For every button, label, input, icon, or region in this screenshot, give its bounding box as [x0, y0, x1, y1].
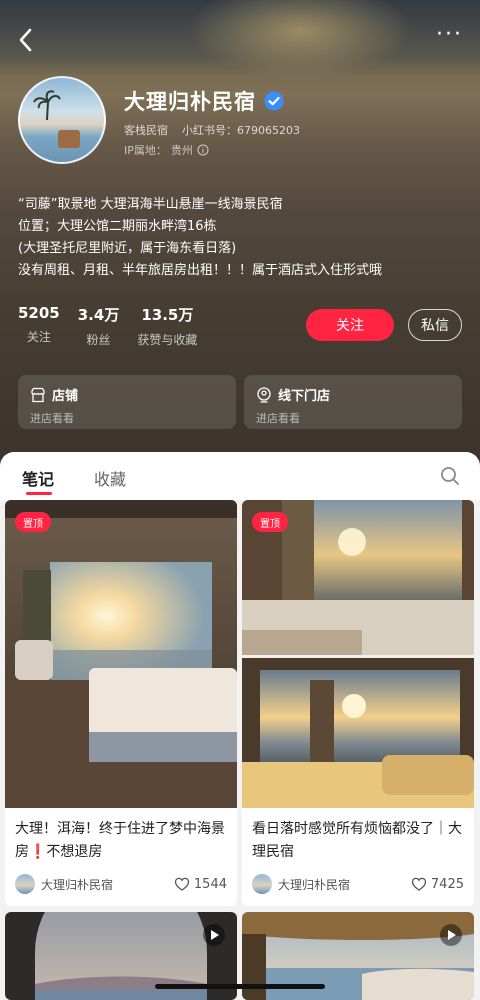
author-name[interactable]: 大理归朴民宿: [278, 876, 411, 893]
chevron-left-icon: [19, 28, 32, 52]
shop-avatar[interactable]: [18, 76, 106, 164]
stat-following[interactable]: 5205 关注: [18, 304, 60, 348]
video-play-icon: [203, 924, 225, 946]
offline-store-title: 线下门店: [278, 389, 331, 404]
profile-stats: 5205 关注 3.4万 粉丝 13.5万 获赞与收藏: [18, 304, 197, 348]
redbook-id[interactable]: 小红书号：679065203: [182, 122, 300, 138]
pinned-badge: 置顶: [252, 512, 288, 532]
active-tab-indicator: [26, 492, 52, 495]
stat-value: 13.5万: [141, 306, 194, 324]
tab-collections[interactable]: 收藏: [94, 466, 126, 490]
shop-name: 大理归朴民宿: [124, 90, 256, 114]
note-card[interactable]: 置顶 大理！洱海！终于住进了梦中海景房❗️不想退房 大理归朴民宿 1544: [5, 500, 237, 906]
profile-meta: 客栈民宿 小红书号：679065203: [124, 122, 300, 138]
redbook-id-value: 679065203: [237, 124, 300, 137]
avatar-chair: [58, 130, 80, 148]
notes-grid: 置顶 大理！洱海！终于住进了梦中海景房❗️不想退房 大理归朴民宿 1544 置顶…: [0, 500, 480, 1000]
bio-line: “司藤”取景地 大理洱海半山悬崖一线海景民宿: [18, 197, 283, 212]
stat-label: 粉丝: [86, 333, 111, 347]
like-count: 7425: [430, 876, 464, 892]
pinned-badge: 置顶: [15, 512, 51, 532]
ip-location: IP属地： 贵州: [124, 142, 209, 158]
ip-label: IP属地：: [124, 144, 167, 157]
more-options-button[interactable]: ···: [436, 24, 462, 48]
note-title: 看日落时感觉所有烦恼都没了｜大理民宿: [252, 821, 462, 860]
shop-entry-card[interactable]: 店铺 进店看看: [18, 375, 236, 429]
shop-entry-title: 店铺: [52, 389, 79, 404]
bio-line: 位置；大理公馆二期丽水畔湾16栋: [18, 219, 217, 234]
stat-value: 3.4万: [77, 306, 120, 324]
info-icon[interactable]: [197, 144, 209, 156]
more-dots-icon: ···: [436, 22, 463, 47]
note-title: 大理！洱海！终于住进了梦中海景房❗️不想退房: [15, 821, 225, 860]
stat-likes-collects[interactable]: 13.5万 获赞与收藏: [137, 304, 197, 348]
author-name[interactable]: 大理归朴民宿: [41, 876, 174, 893]
note-card[interactable]: 置顶 看日落时感觉所有烦恼都没了｜大理民宿 大理归朴民宿 7425: [242, 500, 474, 906]
author-avatar[interactable]: [252, 874, 272, 894]
stat-label: 获赞与收藏: [137, 333, 198, 347]
video-play-icon: [440, 924, 462, 946]
like-count: 1544: [193, 876, 227, 892]
tab-notes[interactable]: 笔记: [22, 466, 54, 490]
note-cover-image: 置顶: [242, 500, 474, 808]
follow-button[interactable]: 关注: [306, 309, 394, 341]
heart-icon[interactable]: [411, 876, 427, 892]
hotel-room-image: [5, 500, 237, 808]
shop-icon: [31, 387, 45, 402]
redbook-id-label: 小红书号：: [182, 124, 237, 137]
note-cover-image: 置顶: [5, 500, 237, 808]
bio-line: 没有周租、月租、半年旅居房出租！！！属于酒店式入住形式哦: [18, 263, 383, 278]
category-tag: 客栈民宿: [124, 124, 168, 137]
verified-badge-icon: [264, 91, 284, 111]
palm-tree-icon: [33, 90, 61, 120]
back-button[interactable]: [14, 26, 38, 54]
bio-line: (大理圣托尼里附近，属于海东看日落): [18, 241, 237, 256]
stat-label: 关注: [26, 330, 51, 344]
message-button[interactable]: 私信: [408, 309, 462, 341]
stat-value: 5205: [18, 304, 60, 322]
home-indicator[interactable]: [155, 984, 325, 989]
offline-store-card[interactable]: 线下门店 进店看看: [244, 375, 462, 429]
author-avatar[interactable]: [15, 874, 35, 894]
shop-entry-subtitle: 进店看看: [30, 412, 74, 425]
location-store-icon: [257, 386, 271, 403]
sunset-room-image: [242, 500, 474, 808]
ip-value: 贵州: [170, 144, 193, 157]
heart-icon[interactable]: [174, 876, 190, 892]
offline-store-subtitle: 进店看看: [256, 412, 300, 425]
content-tabs: 笔记 收藏: [0, 452, 480, 500]
profile-header: ··· 大理归朴民宿 客栈民宿 小红书号：679065203 IP属地： 贵州 …: [0, 0, 480, 470]
stat-followers[interactable]: 3.4万 粉丝: [78, 304, 120, 348]
profile-bio: “司藤”取景地 大理洱海半山悬崖一线海景民宿 位置；大理公馆二期丽水畔湾16栋 …: [18, 194, 468, 282]
search-icon[interactable]: [440, 466, 460, 486]
